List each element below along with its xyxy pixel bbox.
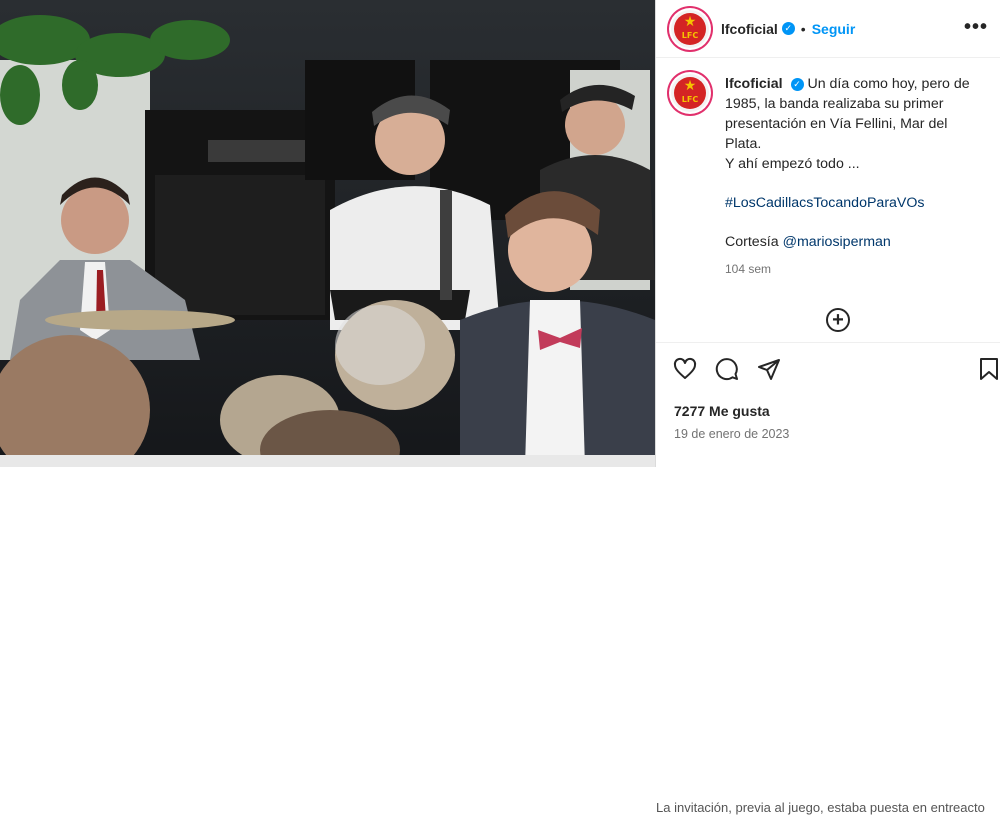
post-photo[interactable] bbox=[0, 0, 655, 467]
caption-text: lfcoficial ✓ Un día como hoy, pero de 19… bbox=[725, 74, 984, 279]
likes-count[interactable]: 7277 Me gusta bbox=[674, 403, 770, 419]
verified-badge-icon: ✓ bbox=[790, 77, 804, 91]
more-options-icon[interactable]: ••• bbox=[964, 16, 988, 39]
post-header: ★ LFC lfcoficial ✓ • Seguir ••• bbox=[656, 0, 1000, 58]
caption-relative-time[interactable]: 104 sem bbox=[725, 259, 984, 279]
courtesy-prefix: Cortesía bbox=[725, 234, 783, 250]
star-icon: ★ bbox=[683, 12, 697, 29]
caption-author-avatar[interactable]: ★ LFC bbox=[671, 74, 709, 112]
lfc-logo: ★ LFC bbox=[674, 77, 706, 109]
verified-badge-icon: ✓ bbox=[781, 22, 795, 35]
post-side-panel: ★ LFC lfcoficial ✓ • Seguir ••• ★ LFC lf… bbox=[655, 0, 1000, 815]
author-avatar[interactable]: ★ LFC bbox=[671, 9, 709, 48]
logo-text: LFC bbox=[681, 30, 699, 40]
hashtag-link[interactable]: #LosCadillacsTocandoParaVOs bbox=[725, 195, 925, 211]
next-comment-peek: La invitación, previa al juego, estaba p… bbox=[656, 800, 985, 815]
post-actions: 7277 Me gusta 19 de enero de 2023 La inv… bbox=[656, 342, 1000, 815]
add-comment-icon[interactable]: + bbox=[826, 308, 850, 332]
logo-text: LFC bbox=[681, 95, 699, 104]
share-icon[interactable] bbox=[757, 357, 781, 381]
caption-username[interactable]: lfcoficial bbox=[725, 76, 783, 92]
author-username[interactable]: lfcoficial bbox=[721, 21, 778, 37]
mention-link[interactable]: @mariosiperman bbox=[783, 234, 891, 250]
band-photo-illustration bbox=[0, 0, 655, 467]
caption-line2: Y ahí empezó todo ... bbox=[725, 156, 860, 172]
lfc-logo: ★ LFC bbox=[674, 12, 706, 45]
heart-icon[interactable] bbox=[673, 357, 697, 381]
follow-button[interactable]: Seguir bbox=[812, 21, 856, 37]
post-caption: ★ LFC lfcoficial ✓ Un día como hoy, pero… bbox=[656, 58, 1000, 279]
bookmark-icon[interactable] bbox=[978, 357, 1000, 381]
comment-icon[interactable] bbox=[715, 357, 739, 381]
separator-dot: • bbox=[800, 20, 806, 37]
post-date: 19 de enero de 2023 bbox=[674, 427, 790, 441]
star-icon: ★ bbox=[683, 77, 697, 93]
